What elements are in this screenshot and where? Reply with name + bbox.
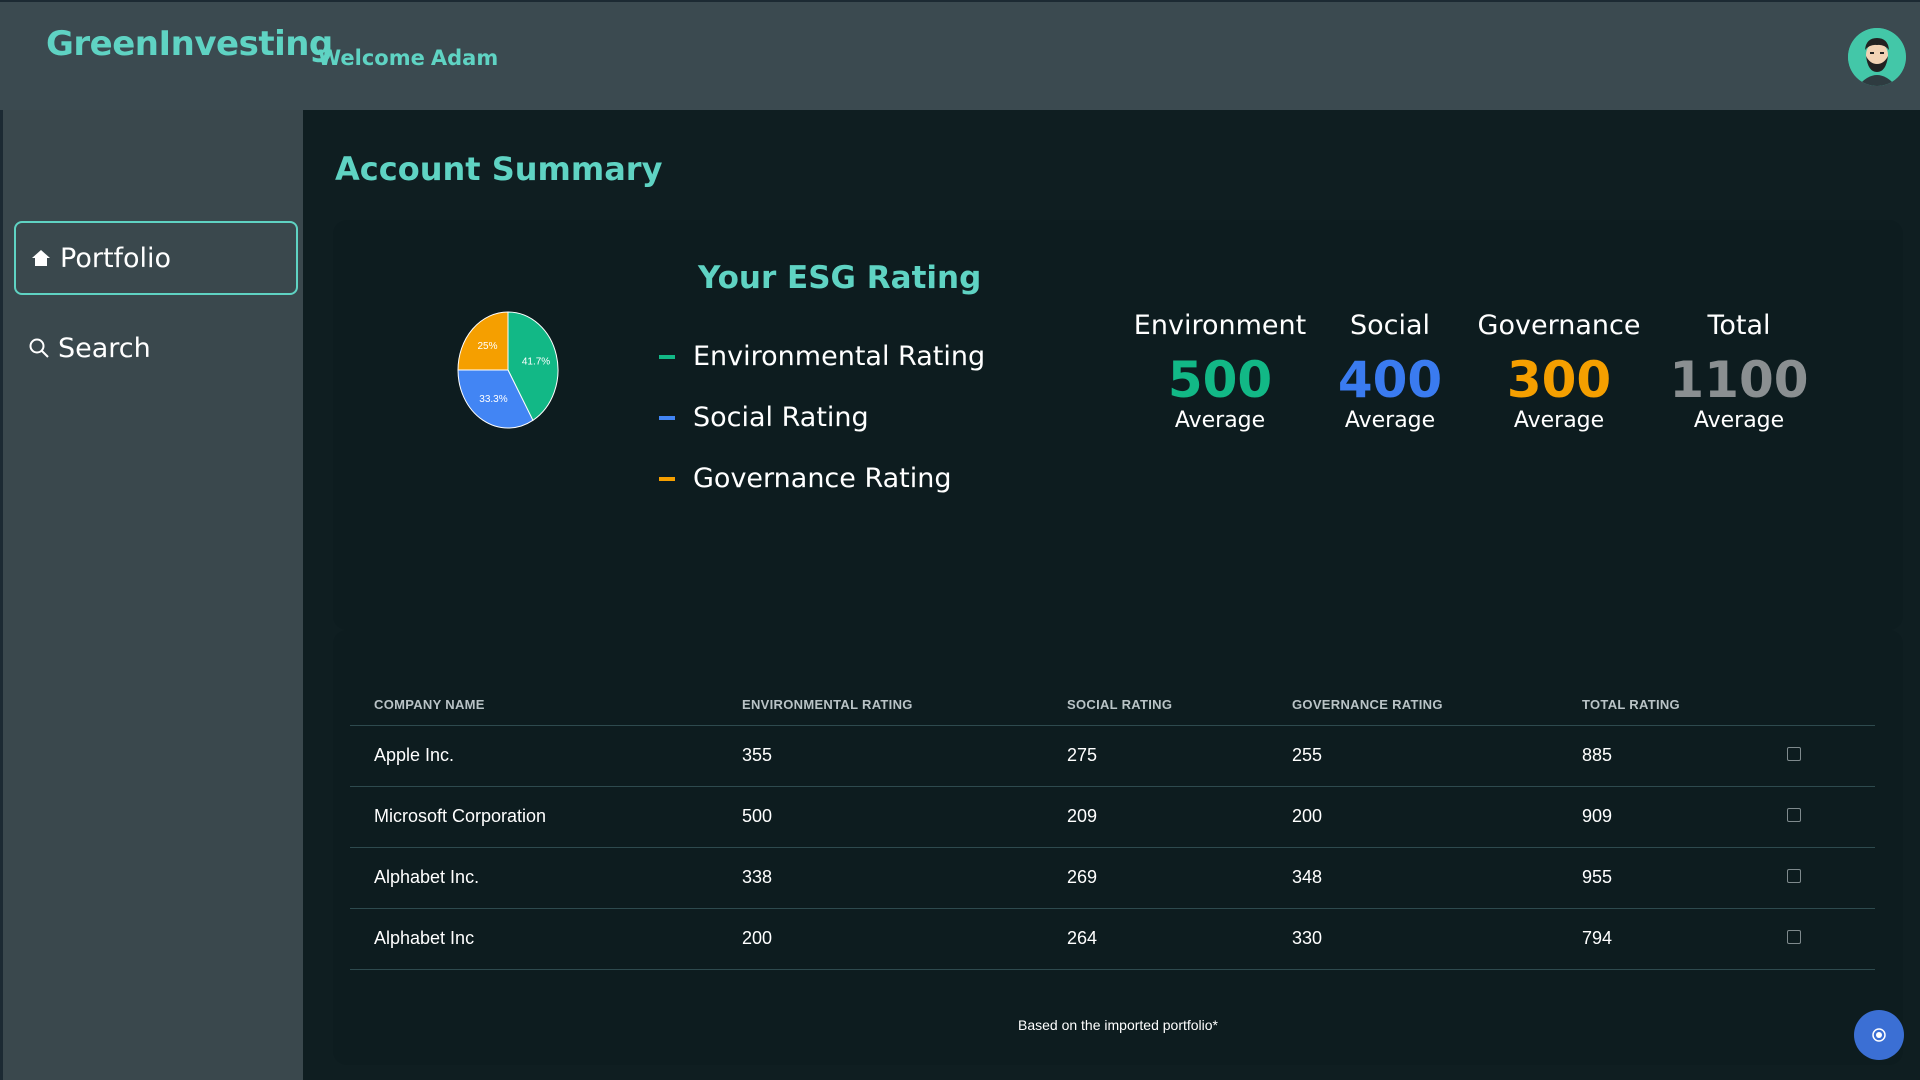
legend-swatch	[659, 415, 675, 420]
portfolio-table: COMPANY NAME ENVIRONMENTAL RATING SOCIAL…	[350, 685, 1875, 970]
welcome-message: Welcome Adam	[318, 46, 504, 70]
total-cell: 955	[1558, 847, 1763, 909]
governance-cell: 200	[1268, 786, 1558, 848]
stat-label: Social	[1349, 310, 1431, 341]
stat-value: 400	[1337, 351, 1443, 409]
environmental-cell: 500	[718, 786, 1043, 848]
table-header-row: COMPANY NAME ENVIRONMENTAL RATING SOCIAL…	[350, 685, 1875, 726]
esg-pie-chart: 41.7% 33.3% 25%	[457, 311, 559, 429]
select-cell	[1763, 908, 1875, 970]
stat-label: Total	[1707, 310, 1771, 341]
total-cell: 885	[1558, 725, 1763, 787]
environmental-cell: 200	[718, 908, 1043, 970]
sidebar-item-portfolio[interactable]: Portfolio	[14, 221, 298, 295]
esg-rating-title: Your ESG Rating	[698, 260, 982, 296]
legend-item-social[interactable]: Social Rating	[659, 387, 985, 448]
user-avatar-icon	[1848, 28, 1906, 86]
column-header-select	[1763, 685, 1875, 726]
legend-label: Environmental Rating	[693, 341, 986, 372]
stat-subtitle: Average	[1344, 408, 1436, 433]
stat-label: Governance	[1477, 310, 1641, 341]
stat-value: 300	[1506, 351, 1612, 409]
home-icon	[30, 247, 52, 269]
stat-subtitle: Average	[1693, 408, 1785, 433]
legend-item-environmental[interactable]: Environmental Rating	[659, 326, 985, 387]
legend-label: Governance Rating	[693, 463, 952, 494]
select-cell	[1763, 847, 1875, 909]
company-name-cell: Microsoft Corporation	[350, 786, 718, 848]
column-header[interactable]: ENVIRONMENTAL RATING	[718, 685, 1043, 726]
row-checkbox[interactable]	[1787, 808, 1801, 822]
social-cell: 264	[1043, 908, 1268, 970]
governance-cell: 330	[1268, 908, 1558, 970]
stat-governance: Governance 300 Average	[1469, 310, 1649, 433]
row-checkbox[interactable]	[1787, 747, 1801, 761]
social-cell: 209	[1043, 786, 1268, 848]
social-cell: 275	[1043, 725, 1268, 787]
floating-action-button[interactable]	[1854, 1010, 1904, 1060]
stat-label: Environment	[1133, 310, 1307, 341]
stat-value: 1100	[1669, 351, 1809, 409]
legend-label: Social Rating	[693, 402, 869, 433]
total-cell: 909	[1558, 786, 1763, 848]
stat-social: Social 400 Average	[1300, 310, 1480, 433]
search-icon	[28, 337, 50, 359]
user-name: Adam	[430, 46, 499, 70]
stat-total: Total 1100 Average	[1649, 310, 1829, 433]
sidebar-item-search[interactable]: Search	[14, 311, 298, 385]
pie-slice-label: 41.7%	[522, 356, 550, 367]
column-header[interactable]: GOVERNANCE RATING	[1268, 685, 1558, 726]
welcome-word: Welcome	[318, 46, 425, 70]
sidebar-item-label: Search	[58, 332, 151, 364]
table-row[interactable]: Microsoft Corporation 500 209 200 909	[350, 786, 1875, 848]
page-title: Account Summary	[335, 150, 663, 188]
governance-cell: 255	[1268, 725, 1558, 787]
table-row[interactable]: Apple Inc. 355 275 255 885	[350, 725, 1875, 787]
stat-subtitle: Average	[1513, 408, 1605, 433]
total-cell: 794	[1558, 908, 1763, 970]
pie-slice-label: 25%	[477, 341, 497, 352]
column-header[interactable]: SOCIAL RATING	[1043, 685, 1268, 726]
stat-value: 500	[1167, 351, 1273, 409]
portfolio-table-card: COMPANY NAME ENVIRONMENTAL RATING SOCIAL…	[333, 630, 1903, 1065]
table-row[interactable]: Alphabet Inc 200 264 330 794	[350, 908, 1875, 970]
environmental-cell: 338	[718, 847, 1043, 909]
company-name-cell: Apple Inc.	[350, 725, 718, 787]
company-name-cell: Alphabet Inc.	[350, 847, 718, 909]
select-cell	[1763, 786, 1875, 848]
column-header[interactable]: TOTAL RATING	[1558, 685, 1763, 726]
governance-cell: 348	[1268, 847, 1558, 909]
app-logo[interactable]: GreenInvesting	[46, 24, 333, 64]
sidebar-item-label: Portfolio	[60, 242, 172, 274]
top-bar: GreenInvesting Welcome Adam	[0, 0, 1920, 110]
row-checkbox[interactable]	[1787, 869, 1801, 883]
table-row[interactable]: Alphabet Inc. 338 269 348 955	[350, 847, 1875, 909]
legend-swatch	[659, 476, 675, 481]
stat-subtitle: Average	[1174, 408, 1266, 433]
select-cell	[1763, 725, 1875, 787]
esg-legend: Environmental Rating Social Rating Gover…	[659, 326, 985, 509]
pie-slice-label: 33.3%	[479, 394, 507, 405]
legend-item-governance[interactable]: Governance Rating	[659, 448, 985, 509]
social-cell: 269	[1043, 847, 1268, 909]
legend-swatch	[659, 354, 675, 359]
row-checkbox[interactable]	[1787, 930, 1801, 944]
column-header[interactable]: COMPANY NAME	[350, 685, 718, 726]
table-footnote: Based on the imported portfolio*	[1017, 1017, 1218, 1033]
record-icon	[1872, 1028, 1886, 1042]
sidebar: Portfolio Search	[0, 110, 303, 1080]
stat-environment: Environment 500 Average	[1130, 310, 1310, 433]
main-content: Account Summary Your ESG Rating 41.7% 33.…	[303, 110, 1920, 1080]
company-name-cell: Alphabet Inc	[350, 908, 718, 970]
environmental-cell: 355	[718, 725, 1043, 787]
avatar[interactable]	[1848, 28, 1906, 86]
